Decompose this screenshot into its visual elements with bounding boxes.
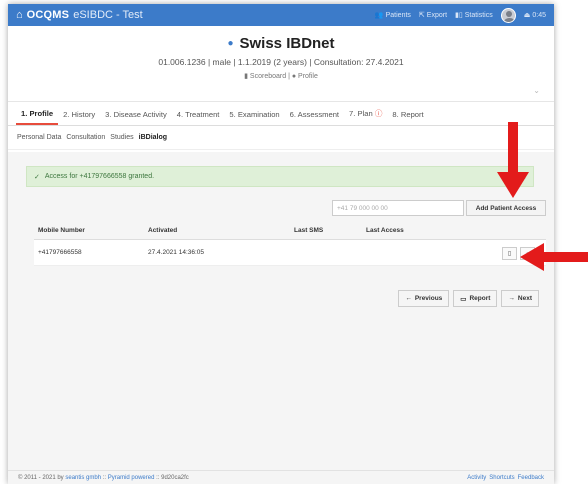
- tab-report[interactable]: 8. Report: [387, 110, 428, 125]
- content-area: ✓ Access for +41797666558 granted. × Add…: [8, 152, 554, 470]
- arrow-right-icon: →: [508, 295, 515, 302]
- tab-treatment[interactable]: 4. Treatment: [172, 110, 225, 125]
- version-hash: 9d20ca2fc: [161, 474, 189, 481]
- alert-message: Access for +41797666558 granted.: [44, 173, 155, 180]
- profile-link[interactable]: Profile: [298, 73, 318, 80]
- person-icon: ●: [227, 38, 234, 49]
- previous-button[interactable]: ← Previous: [398, 290, 450, 307]
- avatar[interactable]: [500, 7, 516, 23]
- page-title-text: Swiss IBDnet: [239, 35, 335, 52]
- export-icon: ⇱: [418, 12, 425, 19]
- main-tabs: 1. Profile 2. History 3. Disease Activit…: [8, 102, 554, 126]
- nav-statistics-label: Statistics: [464, 11, 493, 19]
- mobile-number-input[interactable]: [332, 200, 464, 216]
- patient-header: ● Swiss IBDnet 01.006.1236 | male | 1.1.…: [8, 26, 554, 102]
- col-mobile-number: Mobile Number: [34, 222, 144, 240]
- warning-icon: ⓘ: [374, 109, 383, 118]
- cell-last-sms: [290, 239, 362, 266]
- arrow-left-annotation: [520, 243, 588, 271]
- next-label: Next: [517, 295, 532, 302]
- report-button[interactable]: ▭ Report: [453, 290, 498, 307]
- report-label: Report: [469, 295, 491, 302]
- success-alert: ✓ Access for +41797666558 granted. ×: [26, 166, 534, 187]
- cell-activated: 27.4.2021 14:36:05: [144, 239, 290, 266]
- copyright: © 2011 - 2021 by: [18, 474, 64, 481]
- home-icon[interactable]: ⌂: [16, 9, 23, 21]
- nav-statistics[interactable]: ▮▯ Statistics: [455, 11, 493, 20]
- sub-tabs: Personal Data Consultation Studies iBDia…: [8, 126, 554, 150]
- activity-link[interactable]: Activity: [467, 475, 486, 481]
- table-header-row: Mobile Number Activated Last SMS Last Ac…: [34, 222, 546, 240]
- arrow-left-icon: ←: [405, 295, 412, 302]
- tab-plan[interactable]: 7. Plan ⓘ: [344, 108, 387, 125]
- arrow-down-annotation: [497, 122, 529, 198]
- profile-icon: ●: [291, 73, 297, 80]
- tab-disease-activity[interactable]: 3. Disease Activity: [100, 110, 172, 125]
- scoreboard-link[interactable]: Scoreboard: [250, 73, 286, 80]
- logout-icon: ⏏: [523, 12, 531, 19]
- users-icon: 👥: [374, 12, 384, 19]
- nav-right: 👥 Patients ⇱ Export ▮▯ Statistics ⏏ 0:45: [374, 7, 546, 23]
- subtab-personal-data[interactable]: Personal Data: [17, 134, 61, 141]
- col-last-access: Last Access: [362, 222, 546, 240]
- next-button[interactable]: → Next: [501, 290, 539, 307]
- chevron-down-icon[interactable]: ⌄: [533, 86, 540, 95]
- check-icon: ✓: [34, 173, 40, 181]
- nav-export[interactable]: ⇱ Export: [418, 11, 448, 20]
- subtab-studies[interactable]: Studies: [110, 134, 133, 141]
- mobile-icon[interactable]: ▯: [502, 247, 517, 260]
- subtab-ibdialog[interactable]: iBDialog: [139, 134, 167, 141]
- page-title: ● Swiss IBDnet: [8, 35, 554, 52]
- access-table: Mobile Number Activated Last SMS Last Ac…: [34, 222, 546, 266]
- cell-mobile: +41797666558: [34, 239, 144, 266]
- company-link[interactable]: seantis gmbh: [65, 475, 101, 481]
- scoreboard-icon: ▮: [244, 73, 248, 80]
- footer-links: Activity Shortcuts Feedback: [467, 475, 544, 481]
- add-patient-access-button[interactable]: Add Patient Access: [466, 200, 546, 216]
- document-icon: ▭: [460, 295, 467, 303]
- app-window: ⌂ OCQMS eSIBDC - Test 👥 Patients ⇱ Expor…: [8, 4, 554, 484]
- footer: © 2011 - 2021 by seantis gmbh :: Pyramid…: [8, 470, 554, 484]
- col-activated: Activated: [144, 222, 290, 240]
- header-links: ▮ Scoreboard | ● Profile: [244, 73, 318, 80]
- col-last-sms: Last SMS: [290, 222, 362, 240]
- tab-profile[interactable]: 1. Profile: [16, 109, 59, 125]
- session-timer: ⏏ 0:45: [523, 11, 546, 20]
- nav-patients-label: Patients: [385, 11, 411, 19]
- tab-plan-label: 7. Plan: [349, 109, 373, 118]
- footer-sep-1: ::: [102, 474, 107, 481]
- nav-export-label: Export: [426, 11, 448, 19]
- patient-info: 01.006.1236 | male | 1.1.2019 (2 years) …: [158, 57, 404, 67]
- brand-sub: eSIBDC - Test: [73, 9, 143, 21]
- pyramid-link[interactable]: Pyramid powered: [108, 475, 155, 481]
- feedback-link[interactable]: Feedback: [518, 475, 544, 481]
- brand[interactable]: ⌂ OCQMS eSIBDC - Test: [16, 9, 143, 21]
- table-row: +41797666558 27.4.2021 14:36:05: [34, 239, 546, 266]
- tab-assessment[interactable]: 6. Assessment: [285, 110, 344, 125]
- previous-label: Previous: [414, 295, 443, 302]
- brand-name: OCQMS: [26, 9, 70, 21]
- bar-chart-icon: ▮▯: [455, 12, 463, 19]
- timer-label: 0:45: [532, 11, 546, 19]
- tab-history[interactable]: 2. History: [58, 110, 100, 125]
- footer-sep-2: ::: [156, 474, 160, 481]
- pager-buttons: ← Previous ▭ Report → Next: [398, 290, 539, 307]
- shortcuts-link[interactable]: Shortcuts: [489, 475, 514, 481]
- tab-examination[interactable]: 5. Examination: [224, 110, 284, 125]
- subtab-consultation[interactable]: Consultation: [66, 134, 105, 141]
- top-navbar: ⌂ OCQMS eSIBDC - Test 👥 Patients ⇱ Expor…: [8, 4, 554, 26]
- nav-patients[interactable]: 👥 Patients: [374, 11, 411, 20]
